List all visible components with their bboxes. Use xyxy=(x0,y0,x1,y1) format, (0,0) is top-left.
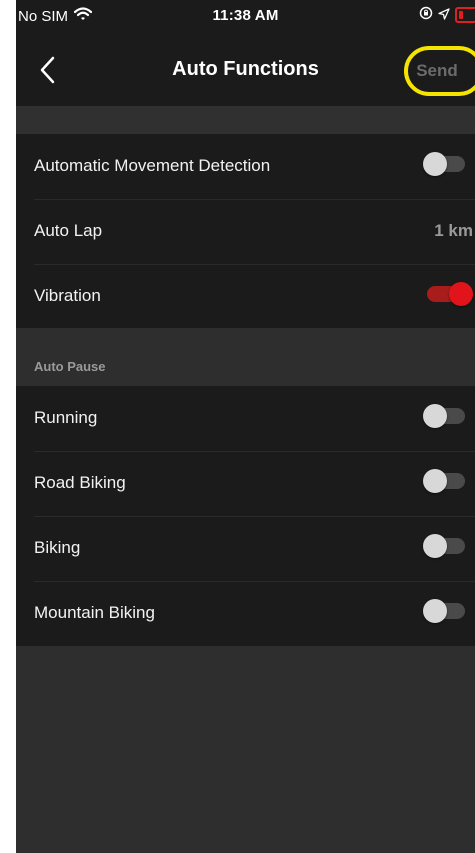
auto-lap-value: 1 km xyxy=(434,221,473,240)
vibration-toggle[interactable] xyxy=(427,282,473,306)
location-arrow-icon xyxy=(438,7,450,24)
setting-label: Vibration xyxy=(34,286,101,305)
setting-label: Running xyxy=(34,408,98,427)
setting-row-running[interactable]: Running xyxy=(16,386,475,451)
setting-label: Mountain Biking xyxy=(34,603,155,622)
app-screen: No SIM 11:38 AM Auto Functions Send Auto… xyxy=(16,0,475,853)
toggle-knob xyxy=(423,599,447,623)
running-toggle[interactable] xyxy=(423,404,465,428)
toggle-knob xyxy=(423,152,447,176)
send-button[interactable]: Send xyxy=(404,46,475,96)
section-header-label: Auto Pause xyxy=(34,359,106,374)
orientation-lock-icon xyxy=(419,6,433,24)
auto-pause-section-header: Auto Pause xyxy=(16,328,475,386)
setting-row-vibration[interactable]: Vibration xyxy=(16,264,475,329)
navigation-bar: Auto Functions Send xyxy=(16,34,475,106)
setting-row-biking[interactable]: Biking xyxy=(16,516,475,581)
battery-icon xyxy=(455,7,475,23)
setting-row-auto-lap[interactable]: Auto Lap 1 km xyxy=(16,199,475,264)
biking-toggle[interactable] xyxy=(423,534,465,558)
status-time: 11:38 AM xyxy=(212,7,279,24)
road-biking-toggle[interactable] xyxy=(423,469,465,493)
mountain-biking-toggle[interactable] xyxy=(423,599,465,623)
general-settings-group: Automatic Movement Detection Auto Lap 1 … xyxy=(16,134,475,329)
setting-label: Biking xyxy=(34,538,81,557)
setting-label: Auto Lap xyxy=(34,221,103,240)
toggle-knob xyxy=(423,469,447,493)
automatic-movement-detection-toggle[interactable] xyxy=(423,152,465,176)
status-right xyxy=(419,6,475,24)
spacer-band xyxy=(16,106,475,134)
status-bar: No SIM 11:38 AM xyxy=(16,0,475,34)
setting-row-road-biking[interactable]: Road Biking xyxy=(16,451,475,516)
toggle-knob xyxy=(423,404,447,428)
setting-label: Automatic Movement Detection xyxy=(34,156,271,175)
toggle-knob xyxy=(423,534,447,558)
setting-label: Road Biking xyxy=(34,473,126,492)
auto-pause-group: Running Road Biking Biking Mountain Biki… xyxy=(16,386,475,646)
setting-row-mountain-biking[interactable]: Mountain Biking xyxy=(16,581,475,646)
toggle-knob xyxy=(449,282,473,306)
setting-row-automatic-movement-detection[interactable]: Automatic Movement Detection xyxy=(16,134,475,199)
